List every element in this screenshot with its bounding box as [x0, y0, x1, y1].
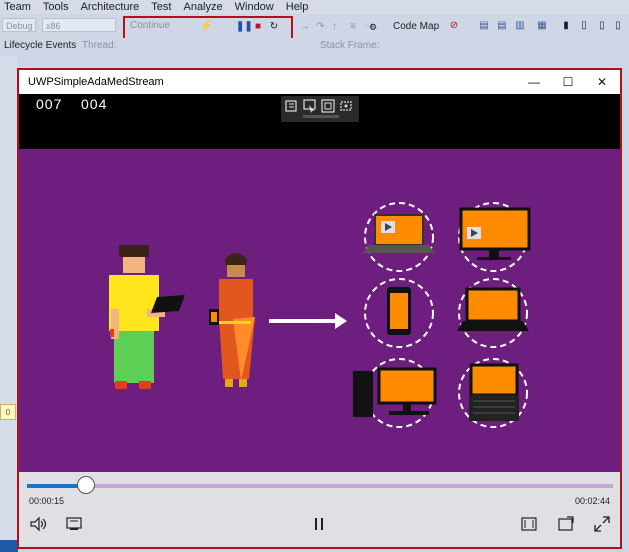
menu-window[interactable]: Window [231, 1, 282, 13]
comment-icon[interactable]: ▦ [536, 20, 548, 32]
stop-debugging-icon[interactable]: ■ [252, 21, 264, 33]
track-focus-icon[interactable] [339, 99, 353, 113]
bookmark-prev-icon[interactable]: ▤ [478, 20, 490, 32]
step-over-icon[interactable]: ↷ [316, 21, 324, 32]
arrow-illustration [269, 313, 347, 329]
tablet-keyboard-device-illustration [458, 358, 528, 428]
fullscreen-icon[interactable] [593, 515, 611, 533]
menu-tools[interactable]: Tools [39, 1, 77, 13]
solution-config-combo[interactable]: Debug [2, 18, 36, 32]
pause-icon[interactable] [310, 515, 328, 533]
bookmark-folder-icon[interactable]: ▯ [596, 20, 608, 32]
volume-icon[interactable] [29, 515, 47, 533]
bookmark-next-icon[interactable]: ▤ [496, 20, 508, 32]
debug-overlay-toolbar [281, 96, 359, 122]
progress-track[interactable] [27, 484, 613, 488]
uwp-app-window: UWPSimpleAdaMedStream — ☐ ✕ 007 004 00:0… [17, 68, 622, 549]
desktop-pc-device-illustration [353, 358, 437, 428]
person-with-laptop-illustration [109, 245, 185, 389]
code-map-button[interactable]: Code Map [393, 21, 439, 32]
step-into-icon[interactable]: → [300, 21, 310, 32]
bookmark-icon[interactable]: ▮ [560, 20, 572, 32]
status-strip [0, 540, 18, 552]
menu-test[interactable]: Test [147, 1, 179, 13]
app-title-bar: UWPSimpleAdaMedStream — ☐ ✕ [19, 70, 620, 94]
menu-help[interactable]: Help [282, 1, 317, 13]
total-duration: 00:02:44 [574, 496, 610, 506]
menu-analyze[interactable]: Analyze [179, 1, 230, 13]
minimize-button[interactable]: — [517, 70, 551, 94]
bookmark-clear-icon[interactable]: ▯ [612, 20, 624, 32]
vs-debug-toolbar: Debug x86 → ↷ ↑ ≡ ⇢ ⚙ Code Map ⊘ ▤ ▤ ▥ ▦… [0, 14, 629, 39]
format-icon[interactable]: ▥ [514, 20, 526, 32]
vs-left-strip [0, 56, 18, 552]
window-title: UWPSimpleAdaMedStream [28, 76, 164, 88]
side-tool-tab[interactable]: 0 [0, 404, 16, 420]
aspect-ratio-icon[interactable] [520, 515, 538, 533]
menu-team[interactable]: Team [0, 1, 39, 13]
elapsed-time: 00:00:15 [29, 496, 65, 506]
overlay-toolbar-grip[interactable] [303, 115, 339, 118]
picture-in-picture-icon[interactable] [557, 515, 575, 533]
person-with-phone-illustration [209, 253, 255, 387]
show-threads-icon[interactable]: ≡ [350, 21, 356, 32]
lifecycle-events-dropdown[interactable]: Lifecycle Events [4, 40, 76, 51]
breakpoint-icon[interactable]: ⊘ [448, 20, 460, 32]
phone-device-illustration [364, 278, 434, 348]
cast-icon[interactable] [65, 515, 83, 533]
live-visual-tree-icon[interactable] [285, 99, 299, 113]
lightning-icon[interactable]: ⚡ [200, 21, 212, 33]
frame-counter-right: 004 [81, 96, 108, 112]
video-frame[interactable] [19, 149, 620, 472]
progress-thumb[interactable] [76, 476, 95, 494]
media-transport-controls: 00:00:15 00:02:44 [19, 472, 620, 547]
maximize-button[interactable]: ☐ [551, 70, 585, 94]
thread-label: Thread: [82, 40, 117, 51]
solution-platform-combo[interactable]: x86 [42, 18, 116, 32]
vs-location-toolbar: Lifecycle Events Thread: Stack Frame: [0, 38, 629, 56]
video-illustration [109, 202, 531, 428]
layout-adorners-icon[interactable] [321, 99, 335, 113]
bookmark-list-icon[interactable]: ▯ [578, 20, 590, 32]
monitor-device-illustration [458, 202, 531, 272]
break-all-icon[interactable]: ❚❚ [236, 21, 253, 33]
laptop-keyboard-device-illustration [457, 278, 529, 348]
code-map-icon: ⚙ [368, 22, 378, 32]
laptop-device-illustration [363, 202, 435, 272]
menu-architecture[interactable]: Architecture [77, 1, 148, 13]
step-out-icon[interactable]: ↑ [332, 21, 337, 32]
continue-button[interactable]: Continue [130, 20, 170, 31]
video-letterbox-top: 007 004 [19, 94, 620, 149]
restart-icon[interactable]: ↻ [268, 21, 280, 33]
frame-counter-left: 007 [36, 96, 63, 112]
select-element-icon[interactable] [303, 99, 317, 113]
vs-menu-bar: Team Tools Architecture Test Analyze Win… [0, 0, 629, 14]
stack-frame-label: Stack Frame: [320, 40, 380, 51]
close-button[interactable]: ✕ [585, 70, 619, 94]
